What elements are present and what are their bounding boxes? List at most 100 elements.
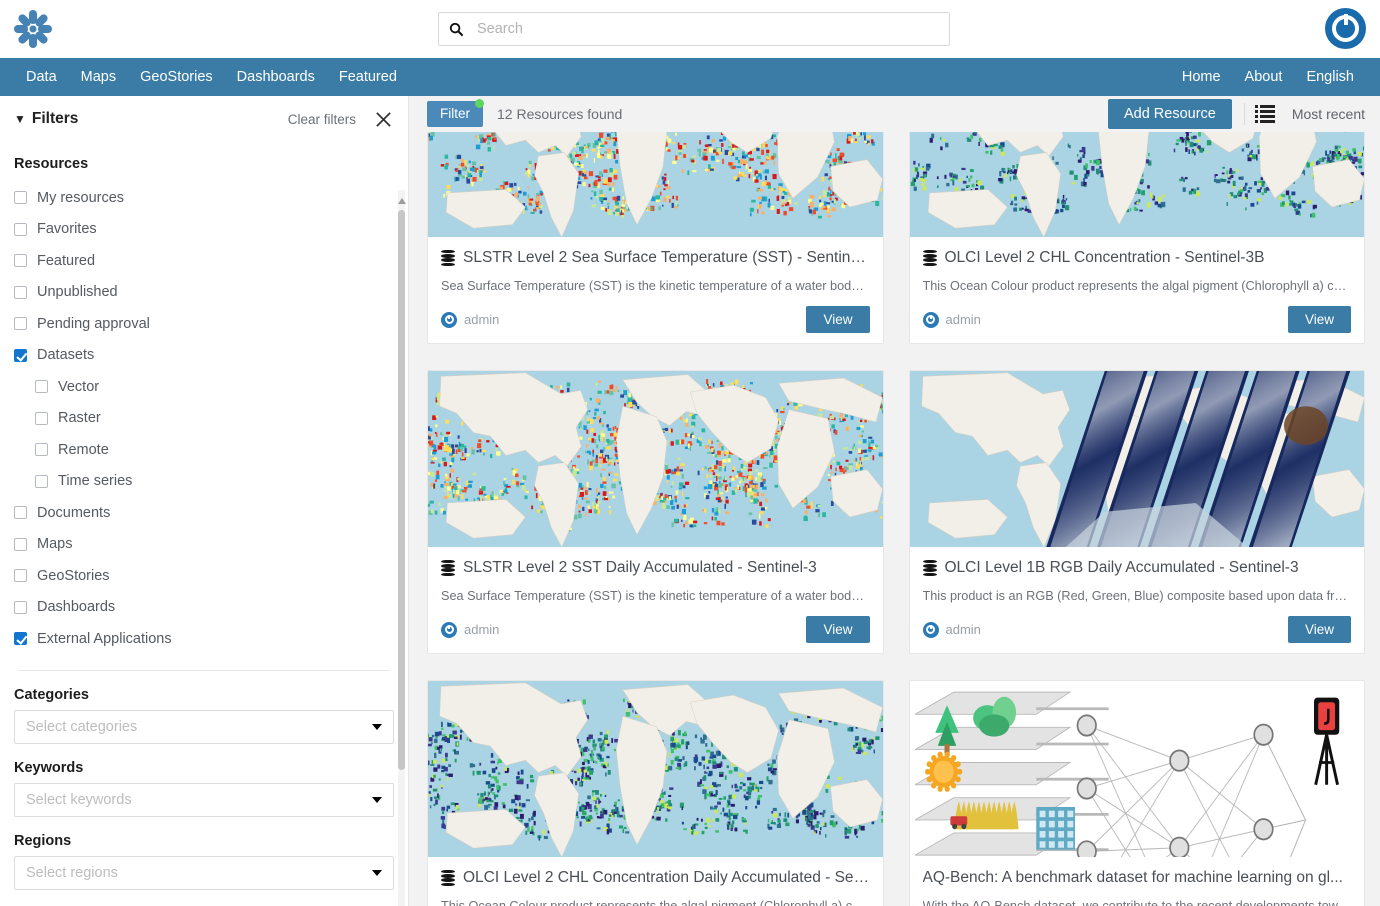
nav-data[interactable]: Data <box>14 58 69 96</box>
nav-right-group: Home About English <box>1170 58 1366 96</box>
resource-title[interactable]: AQ-Bench: A benchmark dataset for machin… <box>923 868 1352 888</box>
resource-card[interactable]: AQ-Bench: A benchmark dataset for machin… <box>908 680 1365 906</box>
resource-thumbnail[interactable] <box>909 132 1364 237</box>
resource-author[interactable]: admin <box>441 621 499 638</box>
sidebar-scrollbar-thumb[interactable] <box>398 210 405 770</box>
filter-checkbox-row[interactable]: Raster <box>14 403 394 435</box>
checkbox-icon[interactable] <box>14 191 27 205</box>
search-bar[interactable] <box>438 12 950 46</box>
filter-checkbox-row[interactable]: Remote <box>14 434 394 466</box>
scroll-up-arrow-icon[interactable] <box>398 198 406 204</box>
checkbox-checked-icon[interactable] <box>14 348 27 362</box>
resource-title[interactable]: SLSTR Level 2 Sea Surface Temperature (S… <box>441 248 870 268</box>
checkbox-icon[interactable] <box>35 474 48 488</box>
dataset-icon <box>441 250 455 266</box>
resource-card-body: OLCI Level 1B RGB Daily Accumulated - Se… <box>910 547 1365 653</box>
resource-thumbnail[interactable] <box>428 132 883 237</box>
resource-card[interactable]: OLCI Level 1B RGB Daily Accumulated - Se… <box>908 370 1365 654</box>
nav-geostories[interactable]: GeoStories <box>128 58 225 96</box>
search-input[interactable] <box>473 21 949 37</box>
checkbox-icon[interactable] <box>14 254 27 268</box>
nav-maps[interactable]: Maps <box>69 58 128 96</box>
add-resource-button[interactable]: Add Resource <box>1107 99 1232 129</box>
chevron-down-icon[interactable] <box>372 869 382 876</box>
chevron-down-icon[interactable] <box>372 723 382 730</box>
filter-button[interactable]: Filter <box>427 99 484 127</box>
checkbox-icon[interactable] <box>14 569 27 583</box>
filter-checkbox-row[interactable]: Unpublished <box>14 277 394 309</box>
resource-author[interactable]: admin <box>441 311 500 328</box>
checkbox-icon[interactable] <box>35 411 48 425</box>
resource-card[interactable]: SLSTR Level 2 SST Daily Accumulated - Se… <box>427 370 884 654</box>
filter-checkbox-row[interactable]: Maps <box>14 529 394 561</box>
filter-checkbox-row[interactable]: External Applications <box>14 623 394 655</box>
list-view-icon[interactable] <box>1255 102 1278 126</box>
search-icon <box>439 22 473 37</box>
filter-select[interactable]: Select keywords <box>14 782 394 817</box>
resource-author[interactable]: admin <box>922 621 981 638</box>
filter-label: Remote <box>58 441 109 458</box>
top-header <box>0 0 1380 58</box>
nav-about[interactable]: About <box>1233 58 1295 96</box>
clear-filters-link[interactable]: Clear filters <box>288 112 356 127</box>
checkbox-checked-icon[interactable] <box>14 632 27 646</box>
filter-label: Datasets <box>37 347 95 364</box>
resource-title[interactable]: OLCI Level 2 CHL Concentration - Sentine… <box>922 248 1352 268</box>
resource-card[interactable]: SLSTR Level 2 Sea Surface Temperature (S… <box>427 132 884 344</box>
nav-featured[interactable]: Featured <box>327 58 409 96</box>
checkbox-icon[interactable] <box>14 506 27 520</box>
resource-title[interactable]: OLCI Level 2 CHL Concentration Daily Acc… <box>441 868 870 888</box>
resource-description: This Ocean Colour product represents the… <box>441 899 870 906</box>
filter-select[interactable]: Select categories <box>14 709 394 744</box>
dataset-icon <box>922 560 937 576</box>
checkbox-icon[interactable] <box>14 600 27 614</box>
logo-center-dot <box>29 25 37 33</box>
checkbox-icon[interactable] <box>14 537 27 551</box>
nav-language[interactable]: English <box>1294 58 1366 96</box>
nav-home[interactable]: Home <box>1170 58 1233 96</box>
resource-card[interactable]: OLCI Level 2 CHL Concentration Daily Acc… <box>427 680 884 906</box>
resource-thumbnail[interactable] <box>428 371 883 547</box>
filter-select[interactable]: Select regions <box>14 855 394 890</box>
checkbox-icon[interactable] <box>14 285 27 299</box>
resource-author[interactable]: admin <box>922 311 981 328</box>
resource-card[interactable]: OLCI Level 2 CHL Concentration - Sentine… <box>908 132 1365 344</box>
resource-title[interactable]: OLCI Level 1B RGB Daily Accumulated - Se… <box>922 558 1352 578</box>
filter-checkbox-row[interactable]: My resources <box>14 182 394 214</box>
view-button[interactable]: View <box>806 616 870 643</box>
filter-checkbox-row[interactable]: Favorites <box>14 214 394 246</box>
checkbox-icon[interactable] <box>14 317 27 331</box>
filter-checkbox-row[interactable]: Datasets <box>14 340 394 372</box>
filter-checkbox-row[interactable]: Pending approval <box>14 308 394 340</box>
filter-checkbox-row[interactable]: Vector <box>14 371 394 403</box>
close-icon[interactable] <box>372 108 394 130</box>
user-avatar[interactable] <box>1325 8 1366 49</box>
resource-card-body: SLSTR Level 2 Sea Surface Temperature (S… <box>428 237 883 343</box>
checkbox-icon[interactable] <box>14 222 27 236</box>
checkbox-icon[interactable] <box>35 380 48 394</box>
filter-checkbox-row[interactable]: Dashboards <box>14 592 394 624</box>
toolbar-separator <box>1243 103 1245 125</box>
filter-label: Maps <box>37 536 73 553</box>
resource-thumbnail[interactable] <box>909 371 1364 547</box>
filter-checkbox-row[interactable]: Time series <box>14 466 394 498</box>
resource-thumbnail[interactable] <box>909 681 1364 857</box>
sort-order-label[interactable]: Most recent <box>1292 106 1365 122</box>
view-button[interactable]: View <box>1287 306 1351 333</box>
sidebar-divider <box>18 669 390 671</box>
filter-checkbox-row[interactable]: GeoStories <box>14 560 394 592</box>
filter-checkbox-row[interactable]: Featured <box>14 245 394 277</box>
filter-label: Unpublished <box>37 284 118 301</box>
author-name: admin <box>464 312 500 327</box>
view-button[interactable]: View <box>806 306 870 333</box>
geonode-flower-logo-icon[interactable] <box>4 0 62 58</box>
view-button[interactable]: View <box>1287 616 1351 643</box>
filter-checkbox-row[interactable]: Documents <box>14 497 394 529</box>
resource-grid-wrapper: SLSTR Level 2 Sea Surface Temperature (S… <box>409 132 1380 906</box>
filter-label: Pending approval <box>37 315 150 332</box>
checkbox-icon[interactable] <box>35 443 48 457</box>
chevron-down-icon[interactable] <box>372 796 382 803</box>
resource-title[interactable]: SLSTR Level 2 SST Daily Accumulated - Se… <box>441 558 870 578</box>
nav-dashboards[interactable]: Dashboards <box>225 58 327 96</box>
resource-thumbnail[interactable] <box>428 681 883 857</box>
